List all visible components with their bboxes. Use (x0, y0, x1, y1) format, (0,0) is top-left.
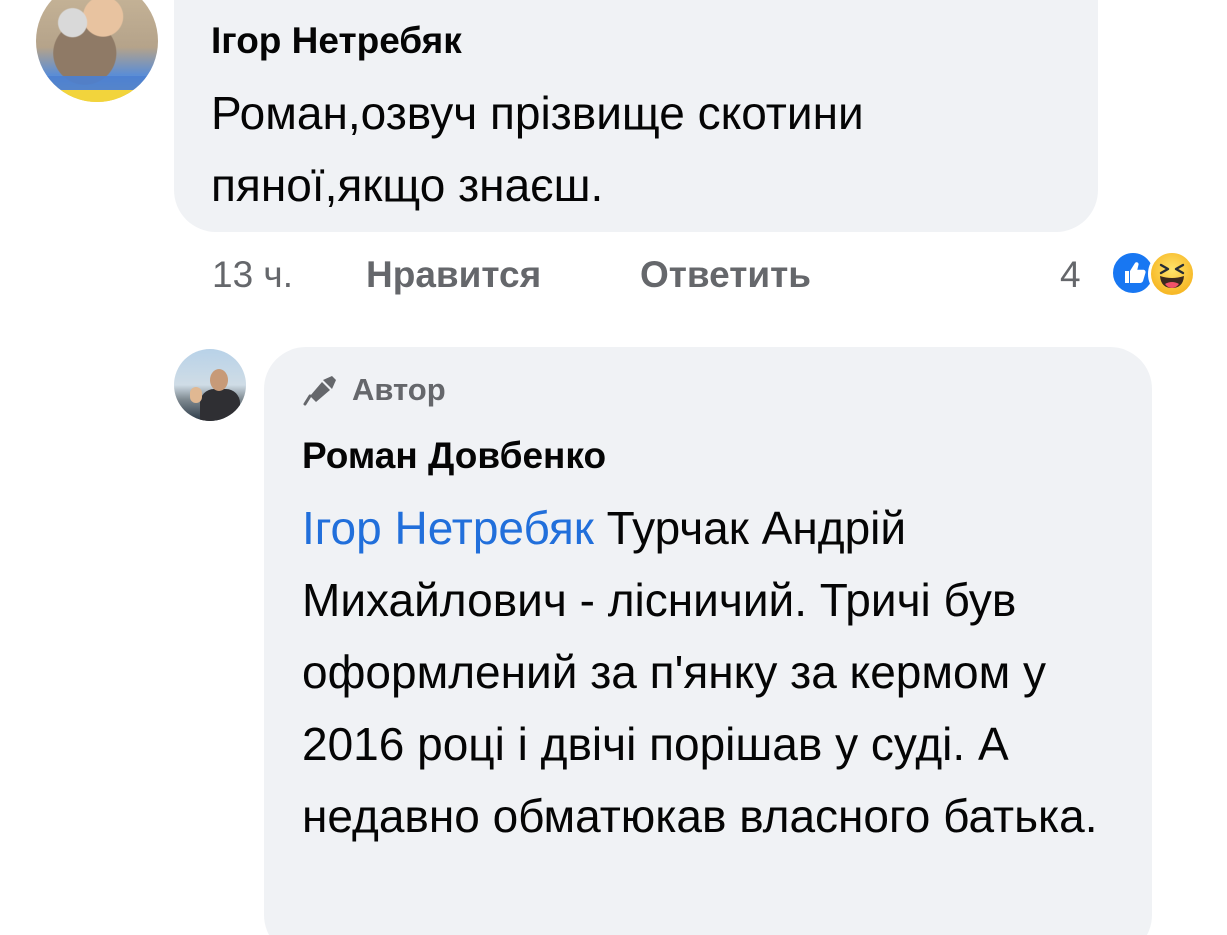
flag-stripe-yellow (36, 90, 158, 102)
reaction-summary[interactable]: 4 (1060, 248, 1220, 302)
like-button[interactable]: Нравится (366, 250, 541, 300)
microphone-icon (303, 376, 336, 406)
comment-text: Роман,озвуч прізвище скотини пяної,якщо … (211, 87, 864, 211)
comment-thread: Ігор Нетребяк Роман,озвуч прізвище скоти… (0, 0, 1227, 935)
reply-button[interactable]: Ответить (640, 250, 811, 300)
avatar-head (210, 369, 228, 391)
author-badge-label: Автор (352, 372, 446, 407)
comment-author[interactable]: Роман Довбенко (302, 433, 606, 479)
avatar-thumb (190, 387, 202, 403)
comment-timestamp[interactable]: 13 ч. (212, 250, 293, 300)
reaction-count: 4 (1060, 254, 1081, 295)
mention-link[interactable]: Ігор Нетребяк (302, 502, 594, 554)
comment-text: Ігор Нетребяк Турчак Андрій Михайлович -… (302, 492, 1132, 852)
avatar[interactable] (36, 0, 158, 102)
comment-author[interactable]: Ігор Нетребяк (211, 18, 462, 64)
avatar-figure (200, 389, 240, 421)
flag-stripe-blue (36, 76, 158, 90)
avatar[interactable] (174, 349, 246, 421)
haha-icon (1148, 250, 1196, 298)
